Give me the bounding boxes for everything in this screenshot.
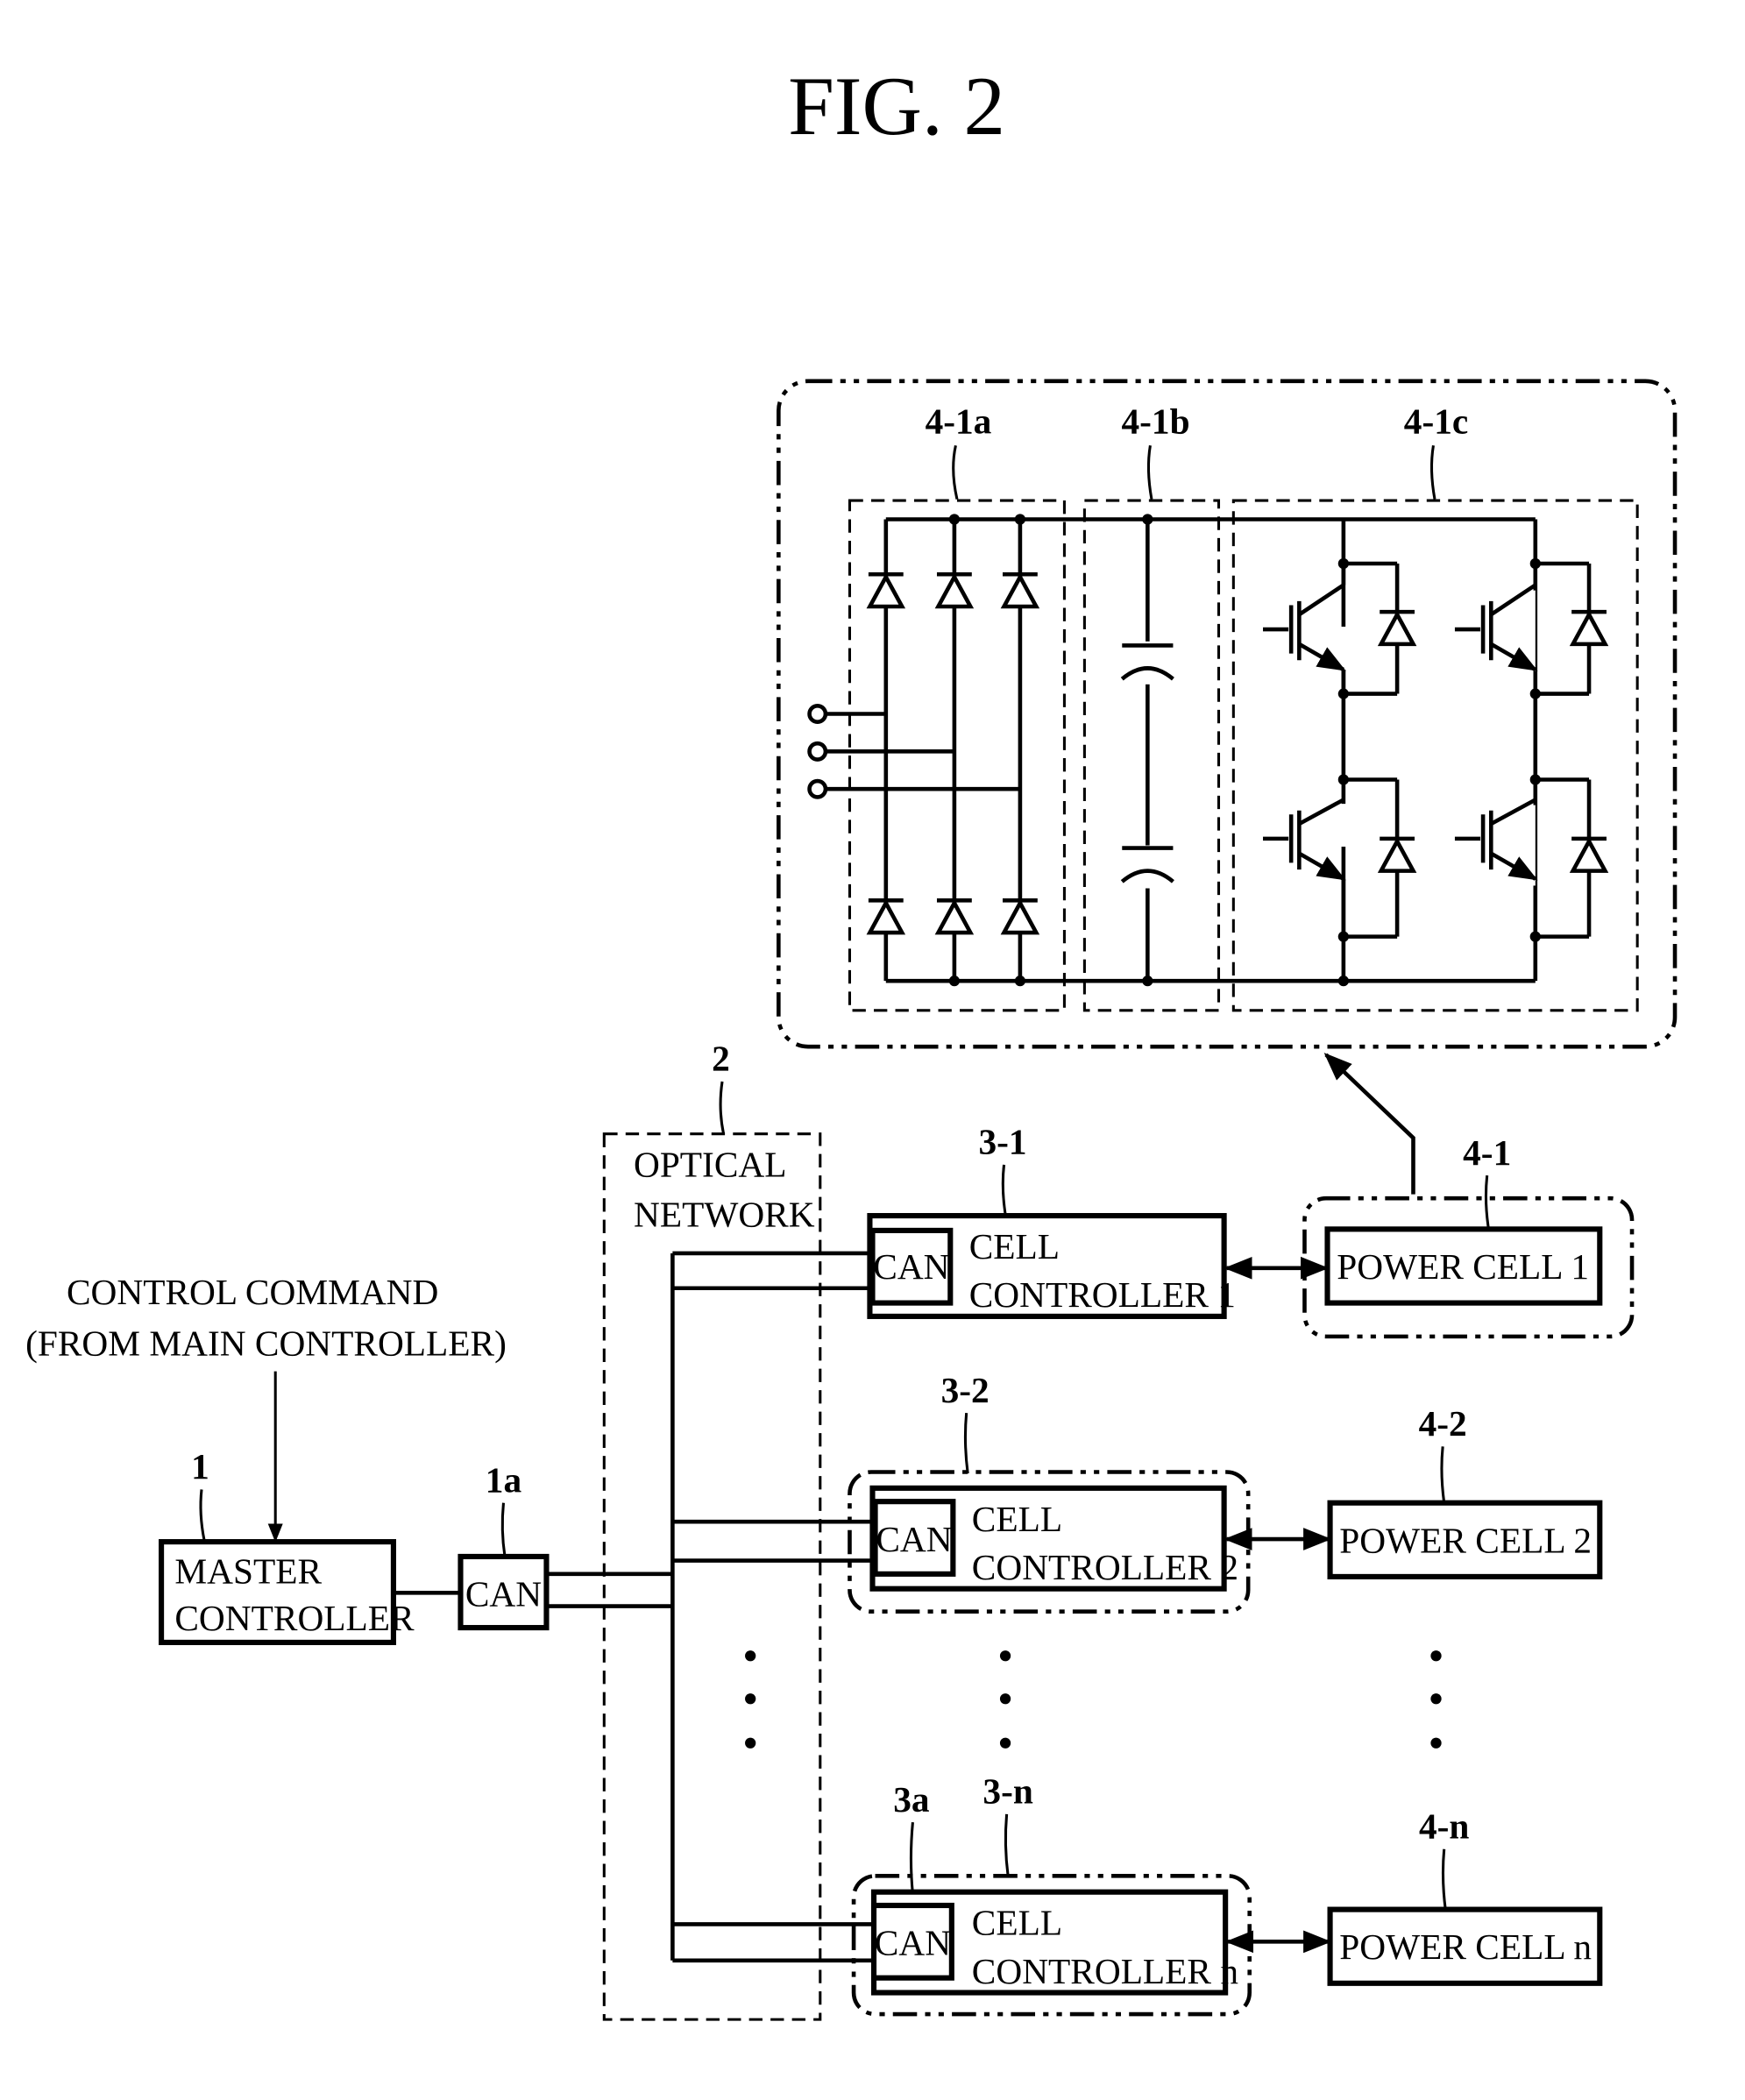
cell-controller-1-can-label: CAN (873, 1246, 949, 1287)
ellipsis-controllers (999, 1650, 1011, 1749)
capacitor-icon (1120, 845, 1174, 889)
figure-title: FIG. 2 (788, 60, 1005, 153)
ref-4-1: 4-1 (1463, 1132, 1511, 1173)
igbt-icon (1263, 564, 1346, 694)
ref-1: 1 (191, 1446, 209, 1486)
diode-icon (1003, 900, 1038, 933)
diode-icon (1380, 612, 1415, 644)
ref-4-1b: 4-1b (1121, 401, 1189, 442)
master-can-label: CAN (465, 1574, 542, 1614)
igbt-leg-left (1263, 519, 1415, 987)
optical-network-block (602, 1132, 822, 2021)
ref-3a: 3a (893, 1779, 930, 1820)
optical-network-label-2: NETWORK (634, 1194, 815, 1234)
diagram-canvas: FIG. 2 4-1a 4-1b 4-1c 2 OPTICAL NETWORK … (25, 60, 1678, 2021)
cell-controller-1-label-2: CONTROLLER 1 (969, 1274, 1236, 1315)
master-controller-label-1: MASTER (174, 1551, 322, 1592)
cell-controller-2-label-1: CELL (972, 1499, 1062, 1539)
power-cell-detail: 4-1a 4-1b 4-1c (777, 379, 1678, 1049)
master-controller-label-2: CONTROLLER (174, 1598, 415, 1638)
optical-network-label-1: OPTICAL (634, 1145, 787, 1185)
diode-icon (869, 900, 904, 933)
detail-pointer-arrow (1323, 1053, 1415, 1195)
ref-4-1a: 4-1a (926, 401, 992, 442)
cell-controller-n-can-label: CAN (875, 1923, 951, 1963)
capacitor-icon (1120, 641, 1174, 685)
ellipsis-network (745, 1650, 756, 1749)
power-cell-2-label: POWER CELL 2 (1339, 1520, 1592, 1560)
control-command-label-1: CONTROL COMMAND (67, 1272, 438, 1312)
cell-controller-2-label-2: CONTROLLER 2 (972, 1547, 1238, 1587)
ref-1a: 1a (486, 1459, 522, 1500)
diode-icon (1571, 839, 1607, 871)
diode-icon (937, 574, 972, 607)
igbt-leg-right (1454, 519, 1607, 982)
detail-outline (777, 379, 1678, 1049)
cell-controller-2-can-label: CAN (876, 1519, 952, 1559)
diode-icon (869, 574, 904, 607)
ac-input-terminal (807, 741, 828, 762)
cell-controller-1-label-1: CELL (969, 1226, 1060, 1266)
ref-4-n: 4-n (1419, 1806, 1469, 1846)
ref-3-2: 3-2 (941, 1370, 990, 1410)
ref-4-1c: 4-1c (1404, 401, 1468, 442)
ellipsis-power-cells (1430, 1650, 1442, 1749)
diode-icon (1380, 839, 1415, 871)
cell-controller-n-label-1: CELL (972, 1903, 1062, 1943)
ref-3-1: 3-1 (978, 1122, 1026, 1162)
ref-2: 2 (712, 1039, 730, 1079)
igbt-icon (1263, 798, 1346, 937)
power-cell-1-label: POWER CELL 1 (1337, 1246, 1589, 1287)
cell-controller-n-label-2: CONTROLLER n (972, 1951, 1239, 1991)
power-cell-n-label: POWER CELL n (1339, 1926, 1592, 1967)
diode-icon (1003, 574, 1038, 607)
diode-icon (937, 900, 972, 933)
ref-3-n: 3-n (982, 1771, 1032, 1812)
capacitor-block (1082, 499, 1221, 1012)
diode-icon (1571, 612, 1607, 644)
inverter-block (1231, 499, 1639, 1012)
ac-input-terminal (807, 704, 828, 724)
ac-input-terminal (807, 778, 828, 799)
ref-4-2: 4-2 (1419, 1403, 1467, 1444)
control-command-label-2: (FROM MAIN CONTROLLER) (25, 1323, 507, 1364)
